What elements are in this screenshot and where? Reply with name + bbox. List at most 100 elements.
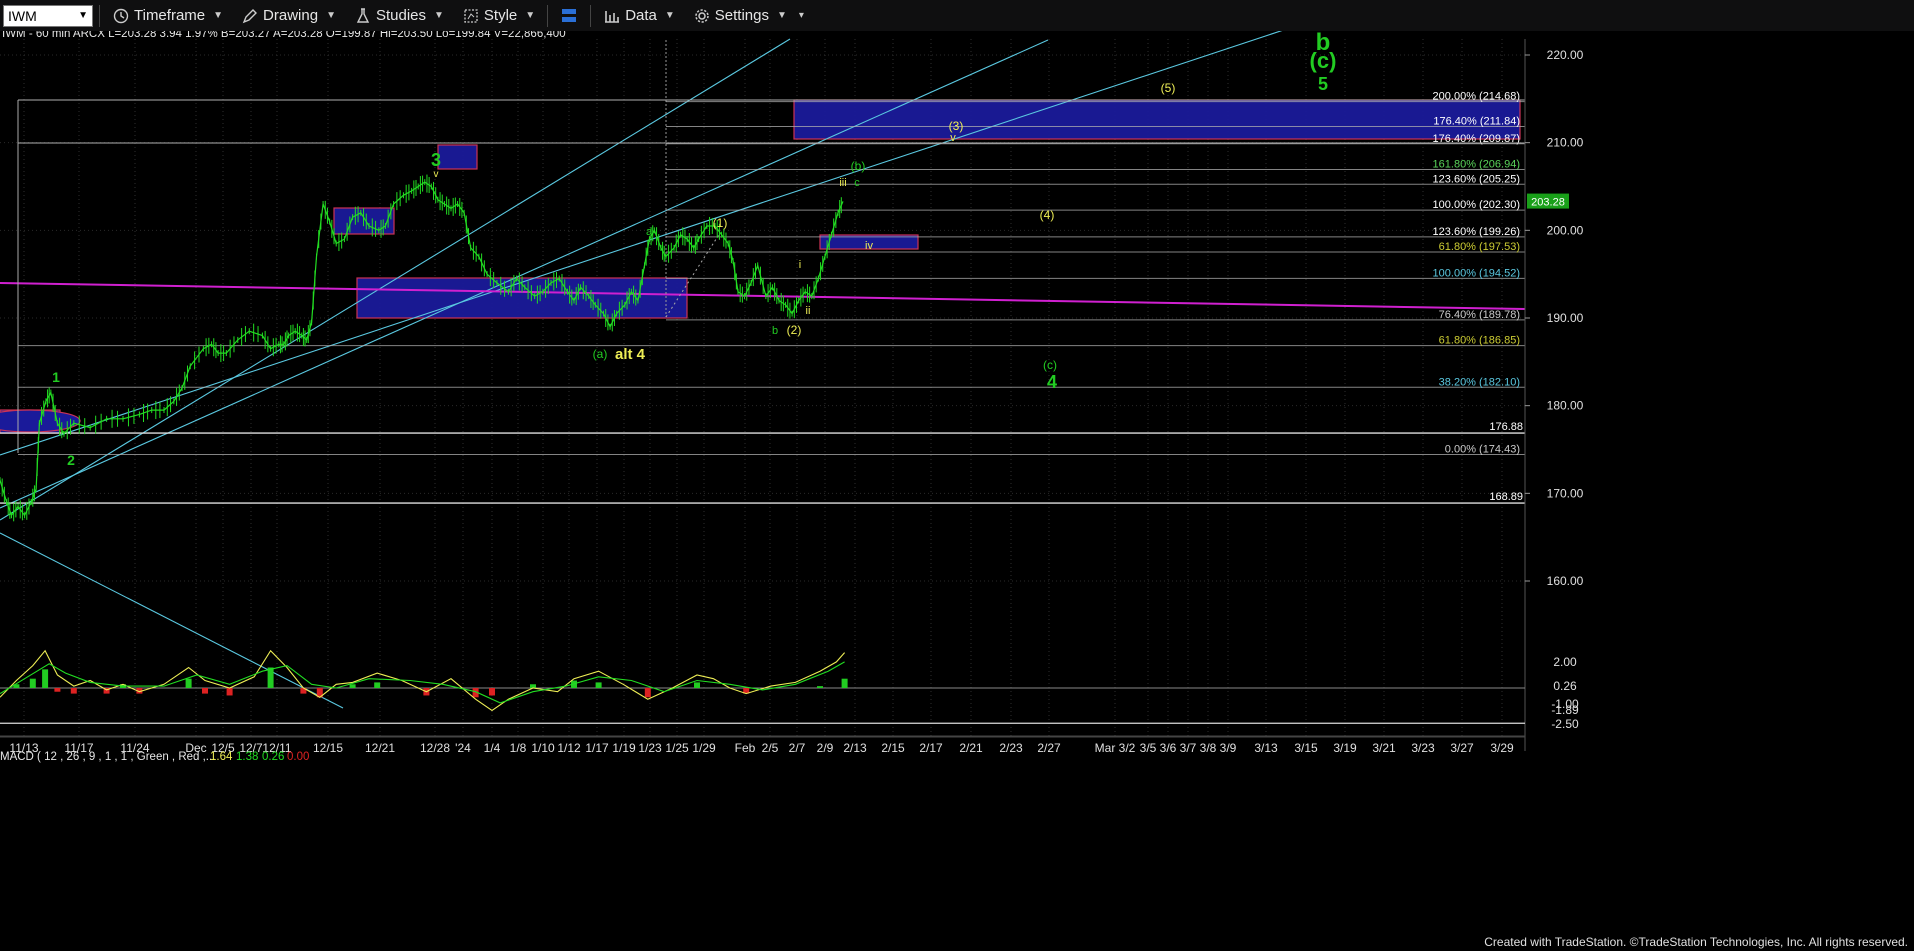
wave-label: b [772,325,778,337]
x-tick-label: 2/23 [999,741,1023,755]
wave-label: alt 4 [615,346,646,363]
data-button[interactable]: Data ▼ [597,3,681,29]
macd-hist-bar [54,688,61,692]
chevron-down-icon: ▼ [326,10,336,21]
wave-label: (1) [713,216,728,230]
y-tick-label: 200.00 [1547,223,1584,237]
x-tick-label: 2/27 [1037,741,1061,755]
chevron-down-icon: ▼ [776,10,787,21]
x-tick-label: 3/8 [1200,741,1217,755]
chevron-down-icon[interactable]: ▼ [78,10,88,21]
studies-button[interactable]: Studies ▼ [348,3,450,29]
layout-button[interactable] [554,3,584,29]
fib-level-label: 61.80% (197.53) [1439,241,1520,253]
wave-label: i [799,259,801,271]
x-tick-label: 3/15 [1294,741,1318,755]
settings-button[interactable]: Settings ▼ ▾ [687,3,810,29]
chevron-down-icon: ▼ [525,10,536,21]
macd-hist-bar [42,669,49,688]
chart-header: IWM - 60 min ARCX L=203.28 3.94 1.97% B=… [2,31,566,40]
y-tick-label: 190.00 [1547,311,1584,325]
symbol-input[interactable]: IWM ▼ [3,4,93,27]
macd-hist-bar [29,678,36,688]
x-tick-label: 3/13 [1254,741,1278,755]
gear-icon [693,7,711,25]
wave-label: 1 [52,369,60,385]
chart-style-icon [462,7,480,25]
x-tick-label: 3/9 [1220,741,1237,755]
separator [547,4,549,27]
chevron-down-icon: ▼ [664,10,675,21]
y-tick-label: 170.00 [1547,486,1584,500]
macd-value: 1.38 [236,751,258,763]
wave-label: (5) [1161,81,1176,95]
x-tick-label: 2/7 [789,741,806,755]
style-button[interactable]: Style ▼ [456,3,541,29]
macd-value: 0.00 [287,751,309,763]
macd-hist-bar [226,688,233,696]
macd-value: 1.64 [210,751,233,763]
price-level-label: 176.88 [1489,421,1523,433]
chevron-down-icon: ▼ [213,10,224,21]
x-tick-label: 2/15 [881,741,905,755]
x-tick-label: 12/15 [313,741,343,755]
wave-label: v [434,169,439,180]
price-chart[interactable]: 200.00% (214.68) 176.40% (211.84) 1 76.40% … [0,31,1914,951]
x-tick-label: 2/13 [843,741,867,755]
bar-chart-icon [603,7,621,25]
wave-label: (3) [949,119,964,133]
fib-level-label: 100.00% (202.30) [1433,199,1520,211]
price-level-label: 168.89 [1489,491,1523,503]
x-tick-label: 1/8 [510,741,527,755]
separator [99,4,100,27]
wave-label: (4) [1040,208,1055,222]
wave-label: (b) [851,159,866,173]
wave-label: 2 [67,452,75,468]
x-tick-label: 1/19 [612,741,636,755]
x-tick-label: 2/9 [817,741,834,755]
fib-level-label: 200.00% (214.68) [1433,91,1520,103]
timeframe-button[interactable]: Timeframe ▼ [106,3,229,29]
wave-label: 5 [1318,74,1328,94]
style-label: Style [483,7,518,24]
drawing-button[interactable]: Drawing ▼ [235,3,342,29]
wave-label: iv [865,240,873,252]
x-tick-label: 1/4 [484,741,501,755]
fib-level-label: 161.80% (206.94) [1433,158,1520,170]
fib-level-label: 123.60% (199.26) [1433,226,1520,238]
x-tick-label: 3/7 [1180,741,1197,755]
target-box [437,144,478,170]
x-tick-label: 2/17 [919,741,943,755]
x-tick-label: 3/23 [1411,741,1435,755]
y-tick-label: 160.00 [1547,574,1584,588]
macd-tick-label: 0.26 [1553,679,1577,693]
macd-hist-bar [489,688,495,696]
x-tick-label: 1/12 [557,741,581,755]
macd-hist-bar [694,682,700,688]
x-tick-label: 1/17 [585,741,609,755]
flask-icon [354,7,372,25]
wave-label: 3 [431,150,441,170]
x-tick-label: 1/25 [665,741,689,755]
x-tick-label: 3/21 [1372,741,1396,755]
macd-hist-bar [595,682,602,688]
x-tick-label: 1/29 [692,741,716,755]
fib-level-label: 76.40% (189.78) [1439,309,1520,321]
wave-label: (c) [1043,358,1057,372]
clock-icon [112,7,130,25]
fib-level-label: 0.00% (174.43) [1445,443,1520,455]
macd-tick-label: -1.89 [1551,703,1579,717]
fib-level-label: 61.80% (186.85) [1439,335,1520,347]
fib-level-label: 123.60% (205.25) [1433,173,1520,185]
x-tick-label: Feb [735,741,756,755]
x-tick-label: 2/5 [762,741,779,755]
macd-tick-label: 2.00 [1553,655,1577,669]
macd-hist-bar [202,688,208,694]
y-tick-label: 220.00 [1547,48,1584,62]
wave-label: ii [806,305,811,317]
settings-label: Settings [714,7,769,24]
x-tick-label: 3/19 [1333,741,1357,755]
y-tick-label: 210.00 [1547,136,1584,150]
wave-label: (2) [787,323,802,337]
fib-level-label: 38.20% (182.10) [1439,376,1520,388]
